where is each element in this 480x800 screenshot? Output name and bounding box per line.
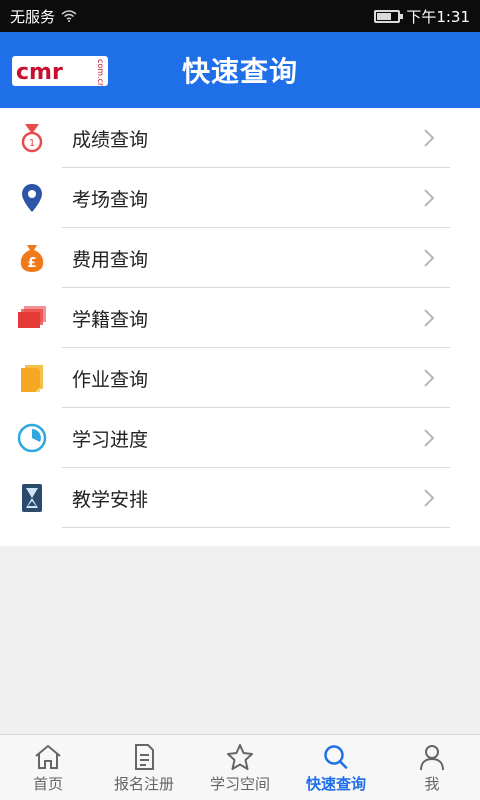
person-icon bbox=[420, 745, 444, 771]
app-header: cmr com.cn 快速查询 bbox=[0, 32, 480, 108]
menu-label: 考场查询 bbox=[72, 189, 149, 211]
chevron-right-icon bbox=[424, 429, 435, 447]
wifi-icon bbox=[61, 10, 77, 22]
menu-item-progress[interactable]: 学习进度 bbox=[0, 408, 480, 468]
chevron-right-icon bbox=[424, 189, 435, 207]
tab-me[interactable]: 我 bbox=[384, 735, 480, 800]
menu-item-homework[interactable]: 作业查询 bbox=[0, 348, 480, 408]
menu-item-student-status[interactable]: 学籍查询 bbox=[0, 288, 480, 348]
tab-label: 学习空间 bbox=[209, 775, 270, 793]
menu-label: 作业查询 bbox=[72, 369, 149, 391]
search-icon bbox=[324, 745, 348, 769]
divider bbox=[62, 527, 450, 528]
query-menu-list: 1 成绩查询 考场查询 £ 费用查询 学籍查询 作业查询 学习进度 教学安排 bbox=[0, 108, 480, 546]
tab-study-space[interactable]: 学习空间 bbox=[192, 735, 288, 800]
cards-stack-icon bbox=[18, 306, 46, 328]
tab-register[interactable]: 报名注册 bbox=[96, 735, 192, 800]
menu-item-exam-room[interactable]: 考场查询 bbox=[0, 168, 480, 228]
menu-item-schedule[interactable]: 教学安排 bbox=[0, 468, 480, 528]
menu-label: 成绩查询 bbox=[72, 129, 149, 151]
logo-suffix: com.cn bbox=[96, 59, 105, 86]
battery-icon bbox=[374, 9, 404, 23]
chevron-right-icon bbox=[424, 489, 435, 507]
page-title: 快速查询 bbox=[181, 55, 298, 88]
document-icon bbox=[21, 365, 43, 392]
svg-text:£: £ bbox=[27, 256, 36, 271]
menu-label: 教学安排 bbox=[72, 489, 149, 511]
chevron-right-icon bbox=[424, 129, 435, 147]
tab-home[interactable]: 首页 bbox=[0, 735, 96, 800]
status-right: 下午1:31 bbox=[374, 6, 470, 27]
battery-fill bbox=[377, 12, 392, 20]
status-left: 无服务 bbox=[10, 6, 77, 27]
carrier-text: 无服务 bbox=[10, 7, 56, 26]
menu-item-score[interactable]: 1 成绩查询 bbox=[0, 108, 480, 168]
medal-icon: 1 bbox=[21, 124, 43, 153]
location-pin-icon bbox=[22, 184, 42, 212]
chevron-right-icon bbox=[424, 309, 435, 327]
logo-text: cmr bbox=[16, 60, 63, 85]
hourglass-icon bbox=[22, 484, 42, 512]
tab-label: 我 bbox=[424, 775, 440, 793]
clock-text: 下午1:31 bbox=[406, 7, 470, 26]
tab-label: 首页 bbox=[32, 775, 63, 793]
bottom-tab-bar: 首页 报名注册 学习空间 快速查询 我 bbox=[0, 734, 480, 800]
cmr-logo: cmr com.cn bbox=[12, 56, 108, 86]
home-icon bbox=[35, 744, 61, 769]
menu-label: 费用查询 bbox=[72, 249, 149, 271]
status-bar: 无服务 下午1:31 bbox=[0, 0, 480, 32]
chevron-right-icon bbox=[424, 249, 435, 267]
chevron-right-icon bbox=[424, 369, 435, 387]
menu-label: 学习进度 bbox=[72, 429, 149, 451]
star-icon bbox=[227, 744, 253, 770]
form-icon bbox=[135, 744, 154, 770]
money-bag-icon: £ bbox=[20, 245, 44, 272]
menu-label: 学籍查询 bbox=[72, 309, 149, 331]
tab-label: 报名注册 bbox=[113, 775, 174, 793]
tab-quick-query[interactable]: 快速查询 bbox=[288, 735, 384, 800]
progress-circle-icon bbox=[17, 423, 47, 453]
tab-label: 快速查询 bbox=[305, 775, 366, 793]
svg-text:1: 1 bbox=[29, 138, 35, 149]
menu-item-fee[interactable]: £ 费用查询 bbox=[0, 228, 480, 288]
